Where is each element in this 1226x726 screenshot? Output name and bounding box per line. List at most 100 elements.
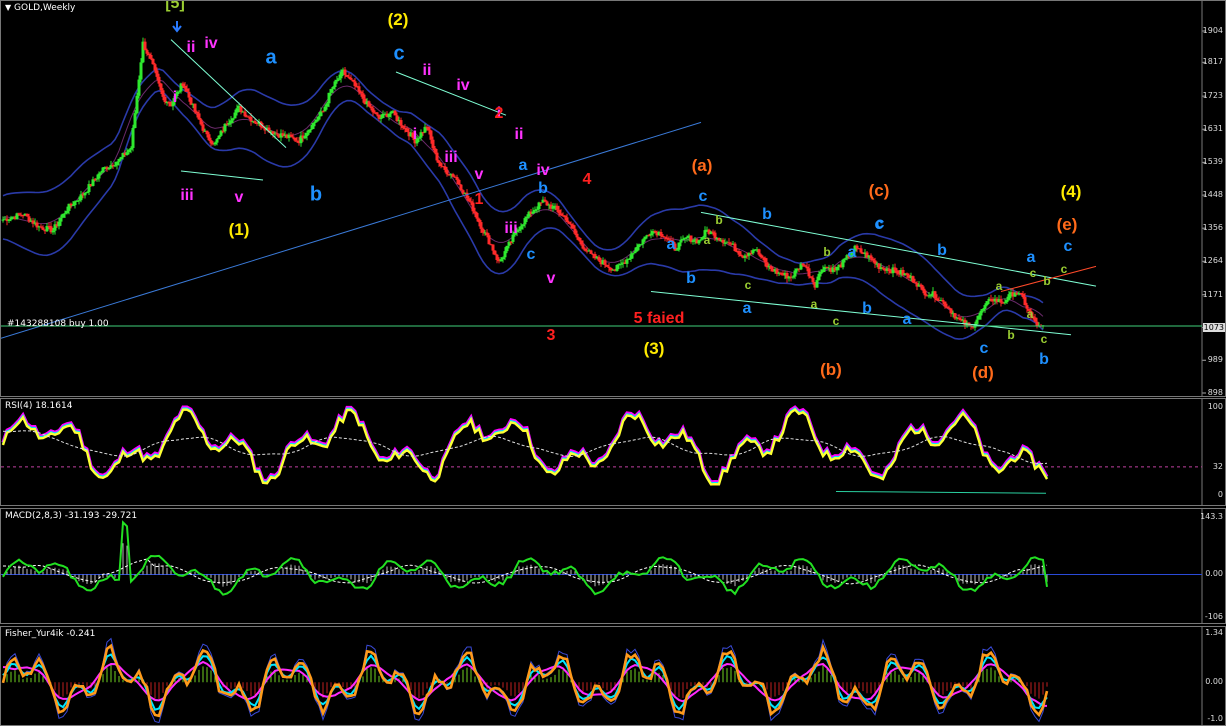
candle-body bbox=[887, 268, 891, 272]
candle-body bbox=[115, 161, 119, 166]
candle-body bbox=[41, 227, 45, 230]
candle-body bbox=[859, 248, 863, 253]
dropdown-icon[interactable]: ▼ bbox=[5, 3, 11, 12]
wave-label: v bbox=[234, 189, 244, 206]
candle-body bbox=[147, 53, 151, 56]
candle-body bbox=[581, 244, 585, 249]
wave-label: iv bbox=[536, 162, 550, 179]
candle-body bbox=[467, 198, 471, 202]
candle-body bbox=[149, 55, 153, 59]
candle-body bbox=[985, 301, 989, 306]
candle-body bbox=[97, 173, 101, 179]
candle-body bbox=[615, 265, 619, 271]
wave-label: 2 bbox=[494, 105, 504, 122]
indicator-tick-label: 100 bbox=[1207, 402, 1223, 411]
candle-body bbox=[193, 103, 197, 112]
candle-body bbox=[619, 263, 623, 265]
wave-label: (4) bbox=[1060, 182, 1082, 201]
candle-body bbox=[631, 253, 635, 255]
candle-body bbox=[159, 83, 163, 91]
candle-body bbox=[627, 258, 631, 260]
indicator-tick-label: -106 bbox=[1204, 612, 1223, 621]
wave-label: b bbox=[715, 213, 723, 227]
candle-body bbox=[535, 209, 539, 211]
macd-pane[interactable]: MACD(2,8,3) -31.193 -29.721 143.3 0.00 -10… bbox=[0, 508, 1226, 624]
candle-body bbox=[85, 192, 89, 194]
candle-body bbox=[751, 250, 755, 254]
candle-body bbox=[491, 244, 495, 251]
candle-body bbox=[367, 101, 371, 107]
candle-body bbox=[205, 130, 209, 135]
candle-body bbox=[567, 221, 571, 224]
candle-body bbox=[565, 217, 569, 222]
down-arrow-icon bbox=[172, 21, 182, 33]
candle-body bbox=[589, 250, 593, 254]
candle-body bbox=[71, 205, 75, 207]
candle-body bbox=[805, 266, 809, 269]
wave-label: a bbox=[902, 311, 912, 328]
candle-body bbox=[57, 221, 61, 227]
indicator-tick-label: 143.3 bbox=[1200, 512, 1223, 521]
candle-body bbox=[7, 219, 11, 221]
candle-body bbox=[207, 134, 211, 141]
candle-body bbox=[359, 91, 363, 94]
candle-body bbox=[129, 147, 133, 150]
wave-label: b bbox=[937, 242, 947, 259]
wave-label: c bbox=[526, 246, 536, 263]
wave-label: b bbox=[1007, 328, 1015, 342]
candle-body bbox=[243, 111, 247, 117]
candle-body bbox=[337, 78, 341, 80]
candle-body bbox=[9, 217, 13, 220]
candle-body bbox=[1033, 317, 1037, 322]
candle-body bbox=[229, 120, 233, 123]
candle-body bbox=[17, 213, 21, 215]
wave-label: c bbox=[832, 314, 840, 328]
candle-body bbox=[357, 86, 361, 92]
fisher-chart-svg bbox=[1, 627, 1203, 725]
candle-body bbox=[187, 91, 191, 98]
wave-label: c bbox=[1029, 266, 1037, 280]
candle-body bbox=[517, 229, 521, 231]
candle-body bbox=[1, 219, 5, 221]
price-pane[interactable]: ▼ GOLD,Weekly 1904 1817 1723 1631 1539 1448 13… bbox=[0, 0, 1226, 397]
candle-body bbox=[323, 106, 327, 112]
candle-body bbox=[759, 254, 763, 258]
wave-label: (d) bbox=[972, 363, 994, 382]
indicator-tick-label: 0.00 bbox=[1205, 677, 1223, 687]
rsi-line-cyan bbox=[2, 407, 1048, 485]
candle-body bbox=[389, 111, 393, 114]
candle-body bbox=[427, 127, 431, 131]
candle-body bbox=[911, 276, 915, 283]
candle-body bbox=[343, 69, 347, 75]
candle-body bbox=[643, 236, 647, 240]
candle-body bbox=[307, 129, 311, 133]
candle-body bbox=[1035, 321, 1039, 327]
candle-body bbox=[227, 122, 231, 125]
candle-body bbox=[199, 119, 203, 125]
candle-body bbox=[113, 165, 117, 167]
candle-body bbox=[949, 308, 953, 314]
candle-body bbox=[935, 298, 939, 301]
candle-body bbox=[505, 245, 509, 252]
candle-body bbox=[921, 286, 925, 291]
wave-label: c bbox=[393, 42, 405, 65]
candle-body bbox=[401, 125, 405, 128]
wave-label: b bbox=[309, 183, 323, 206]
candle-body bbox=[215, 139, 219, 143]
candle-body bbox=[473, 211, 477, 213]
candle-body bbox=[825, 266, 829, 268]
candle-body bbox=[433, 148, 437, 153]
candle-body bbox=[979, 310, 983, 316]
candle-body bbox=[25, 213, 29, 217]
candle-body bbox=[739, 254, 743, 257]
fisher-pane[interactable]: Fisher_Yur4ik -0.241 1.34 0.00 -1.0 bbox=[0, 626, 1226, 726]
wave-label: a bbox=[1026, 249, 1036, 266]
candle-body bbox=[983, 305, 987, 309]
rsi-pane[interactable]: RSI(4) 18.1614 100 32 0 bbox=[0, 398, 1226, 506]
candle-body bbox=[429, 130, 433, 140]
candle-body bbox=[481, 228, 485, 233]
rsi-divergence-line bbox=[835, 490, 1047, 494]
candle-body bbox=[327, 92, 331, 104]
fisher-title: Fisher_Yur4ik -0.241 bbox=[5, 629, 96, 639]
wave-label: ii bbox=[514, 126, 524, 143]
